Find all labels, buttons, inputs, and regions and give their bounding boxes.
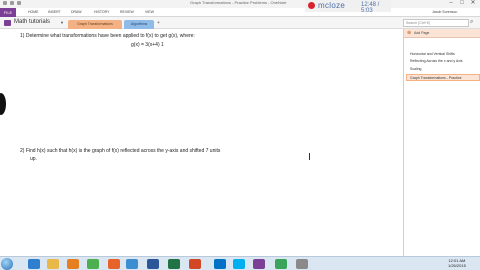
close-button[interactable]: ✕ (468, 0, 478, 7)
section-bar: Math tutorials ▼ Graph Transformations A… (0, 17, 480, 29)
onenote-icon[interactable] (253, 259, 265, 269)
start-button[interactable] (1, 258, 13, 270)
tab-insert[interactable]: INSERT (48, 8, 61, 17)
text-cursor (309, 153, 310, 160)
excel-icon[interactable] (168, 259, 180, 269)
notebook-icon (4, 20, 11, 26)
add-page-label: Add Page (414, 31, 430, 35)
recording-time: 12:48 / 5:03 (361, 2, 380, 14)
window-title: Graph Transformations - Practice Problem… (190, 0, 287, 5)
taskbar: 12:01 AM 1/26/2015 (0, 256, 480, 270)
camtasia-icon[interactable] (275, 259, 287, 269)
tool-icon[interactable] (296, 259, 308, 269)
question-2-text: 2) Find h(x) such that h(x) is the graph… (20, 148, 221, 154)
undo-icon[interactable] (17, 1, 21, 5)
word-icon[interactable] (147, 259, 159, 269)
search-icon[interactable]: ⌕ (470, 19, 473, 26)
photo-icon[interactable] (126, 259, 138, 269)
title-bar: Graph Transformations - Practice Problem… (0, 0, 480, 8)
section-tab-graph-transformations[interactable]: Graph Transformations (68, 20, 122, 29)
page-item-shifts[interactable]: Horizontal and Vertical Shifts (410, 52, 455, 56)
question-2-text-cont: up. (30, 156, 37, 162)
question-1-formula: g(x) = 3(x+4) 1 (131, 42, 164, 48)
page-item-practice[interactable]: Graph Transformations - Practice (406, 74, 480, 81)
notebook-name[interactable]: Math tutorials (14, 19, 50, 25)
media-icon[interactable] (67, 259, 79, 269)
add-section-icon[interactable]: + (157, 20, 160, 26)
clock-date: 1/26/2015 (448, 263, 466, 268)
skype-icon[interactable] (233, 259, 245, 269)
ie-icon[interactable] (28, 259, 40, 269)
plus-icon: ⊕ (407, 30, 412, 36)
back-icon[interactable] (10, 1, 14, 5)
outlook-icon[interactable] (214, 259, 226, 269)
page-item-reflecting[interactable]: Reflecting Across the x and y Axis (410, 59, 463, 63)
user-name[interactable]: Jacob Sorenson (432, 8, 457, 17)
recording-label: mcloze (318, 1, 346, 10)
chrome-icon[interactable] (87, 259, 99, 269)
powerpoint-icon[interactable] (189, 259, 201, 269)
tab-draw[interactable]: DRAW (71, 8, 82, 17)
maximize-button[interactable]: □ (457, 0, 467, 7)
tab-review[interactable]: REVIEW (120, 8, 134, 17)
question-1-text: 1) Determine what transformations have b… (20, 33, 195, 39)
search-input[interactable]: Search (Ctrl+E) (403, 19, 469, 27)
tab-view[interactable]: VIEW (145, 8, 154, 17)
folder-icon[interactable] (47, 259, 59, 269)
record-icon (308, 2, 315, 9)
minimize-button[interactable]: – (446, 0, 456, 7)
ribbon-tab-row: FILE HOME INSERT DRAW HISTORY REVIEW VIE… (0, 8, 480, 17)
section-tab-algorithms[interactable]: Algorithms (124, 20, 154, 29)
page-canvas[interactable]: 1) Determine what transformations have b… (0, 29, 403, 256)
recording-overlay: mcloze 12:48 / 5:03 (305, 0, 391, 14)
page-item-scaling[interactable]: Scaling (410, 67, 421, 71)
onenote-logo-icon (3, 1, 7, 5)
tab-history[interactable]: HISTORY (94, 8, 109, 17)
clock[interactable]: 12:01 AM 1/26/2015 (448, 258, 466, 268)
page-panel: ⊕ Add Page Horizontal and Vertical Shift… (403, 29, 480, 256)
page-item-practice-label: Graph Transformations - Practice (410, 76, 462, 80)
add-page-button[interactable]: ⊕ Add Page (404, 29, 480, 38)
file-tab[interactable]: FILE (0, 8, 16, 17)
chevron-down-icon[interactable]: ▼ (60, 20, 64, 25)
tab-home[interactable]: HOME (28, 8, 39, 17)
firefox-icon[interactable] (108, 259, 120, 269)
